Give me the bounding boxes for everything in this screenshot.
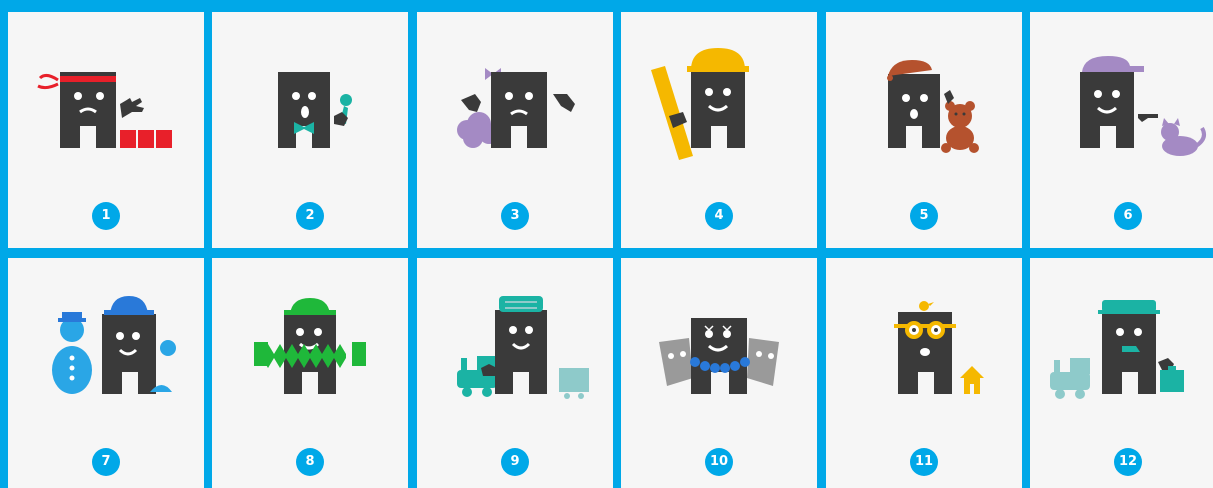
card-number-badge: 12	[1114, 448, 1142, 476]
card-number-badge: 9	[501, 448, 529, 476]
card-9[interactable]: 9	[417, 258, 613, 488]
card-number-badge: 2	[296, 202, 324, 230]
ninja-character-icon	[37, 72, 172, 148]
character-grid: 1 2 3 4 5 6 7 8 9 10 11 12	[0, 0, 1213, 488]
train-driver-character-icon	[457, 296, 589, 399]
card-number-badge: 5	[910, 202, 938, 230]
card-number-badge: 8	[296, 448, 324, 476]
teddy-character-icon	[887, 60, 979, 153]
card-11[interactable]: 11	[826, 258, 1022, 488]
bow-character-icon	[457, 68, 575, 148]
card-3[interactable]: 3	[417, 12, 613, 248]
builder-character-icon	[651, 48, 749, 160]
card-1[interactable]: 1	[8, 12, 204, 248]
card-2[interactable]: 2	[212, 12, 408, 248]
accordion-character-icon	[254, 298, 366, 394]
card-12[interactable]: 12	[1030, 258, 1213, 488]
card-5[interactable]: 5	[826, 12, 1022, 248]
singer-character-icon	[278, 72, 352, 148]
theater-character-icon	[659, 318, 779, 394]
cat-character-icon	[1080, 56, 1206, 156]
card-number-badge: 10	[705, 448, 733, 476]
card-7[interactable]: 7	[8, 258, 204, 488]
card-8[interactable]: 8	[212, 258, 408, 488]
glasses-character-icon	[894, 301, 984, 394]
card-number-badge: 7	[92, 448, 120, 476]
snowman-character-icon	[52, 296, 176, 394]
card-number-badge: 11	[910, 448, 938, 476]
card-number-badge: 1	[92, 202, 120, 230]
card-number-badge: 3	[501, 202, 529, 230]
card-10[interactable]: 10	[621, 258, 817, 488]
card-4[interactable]: 4	[621, 12, 817, 248]
conductor-character-icon	[1050, 300, 1184, 399]
card-number-badge: 6	[1114, 202, 1142, 230]
card-6[interactable]: 6	[1030, 12, 1213, 248]
card-number-badge: 4	[705, 202, 733, 230]
